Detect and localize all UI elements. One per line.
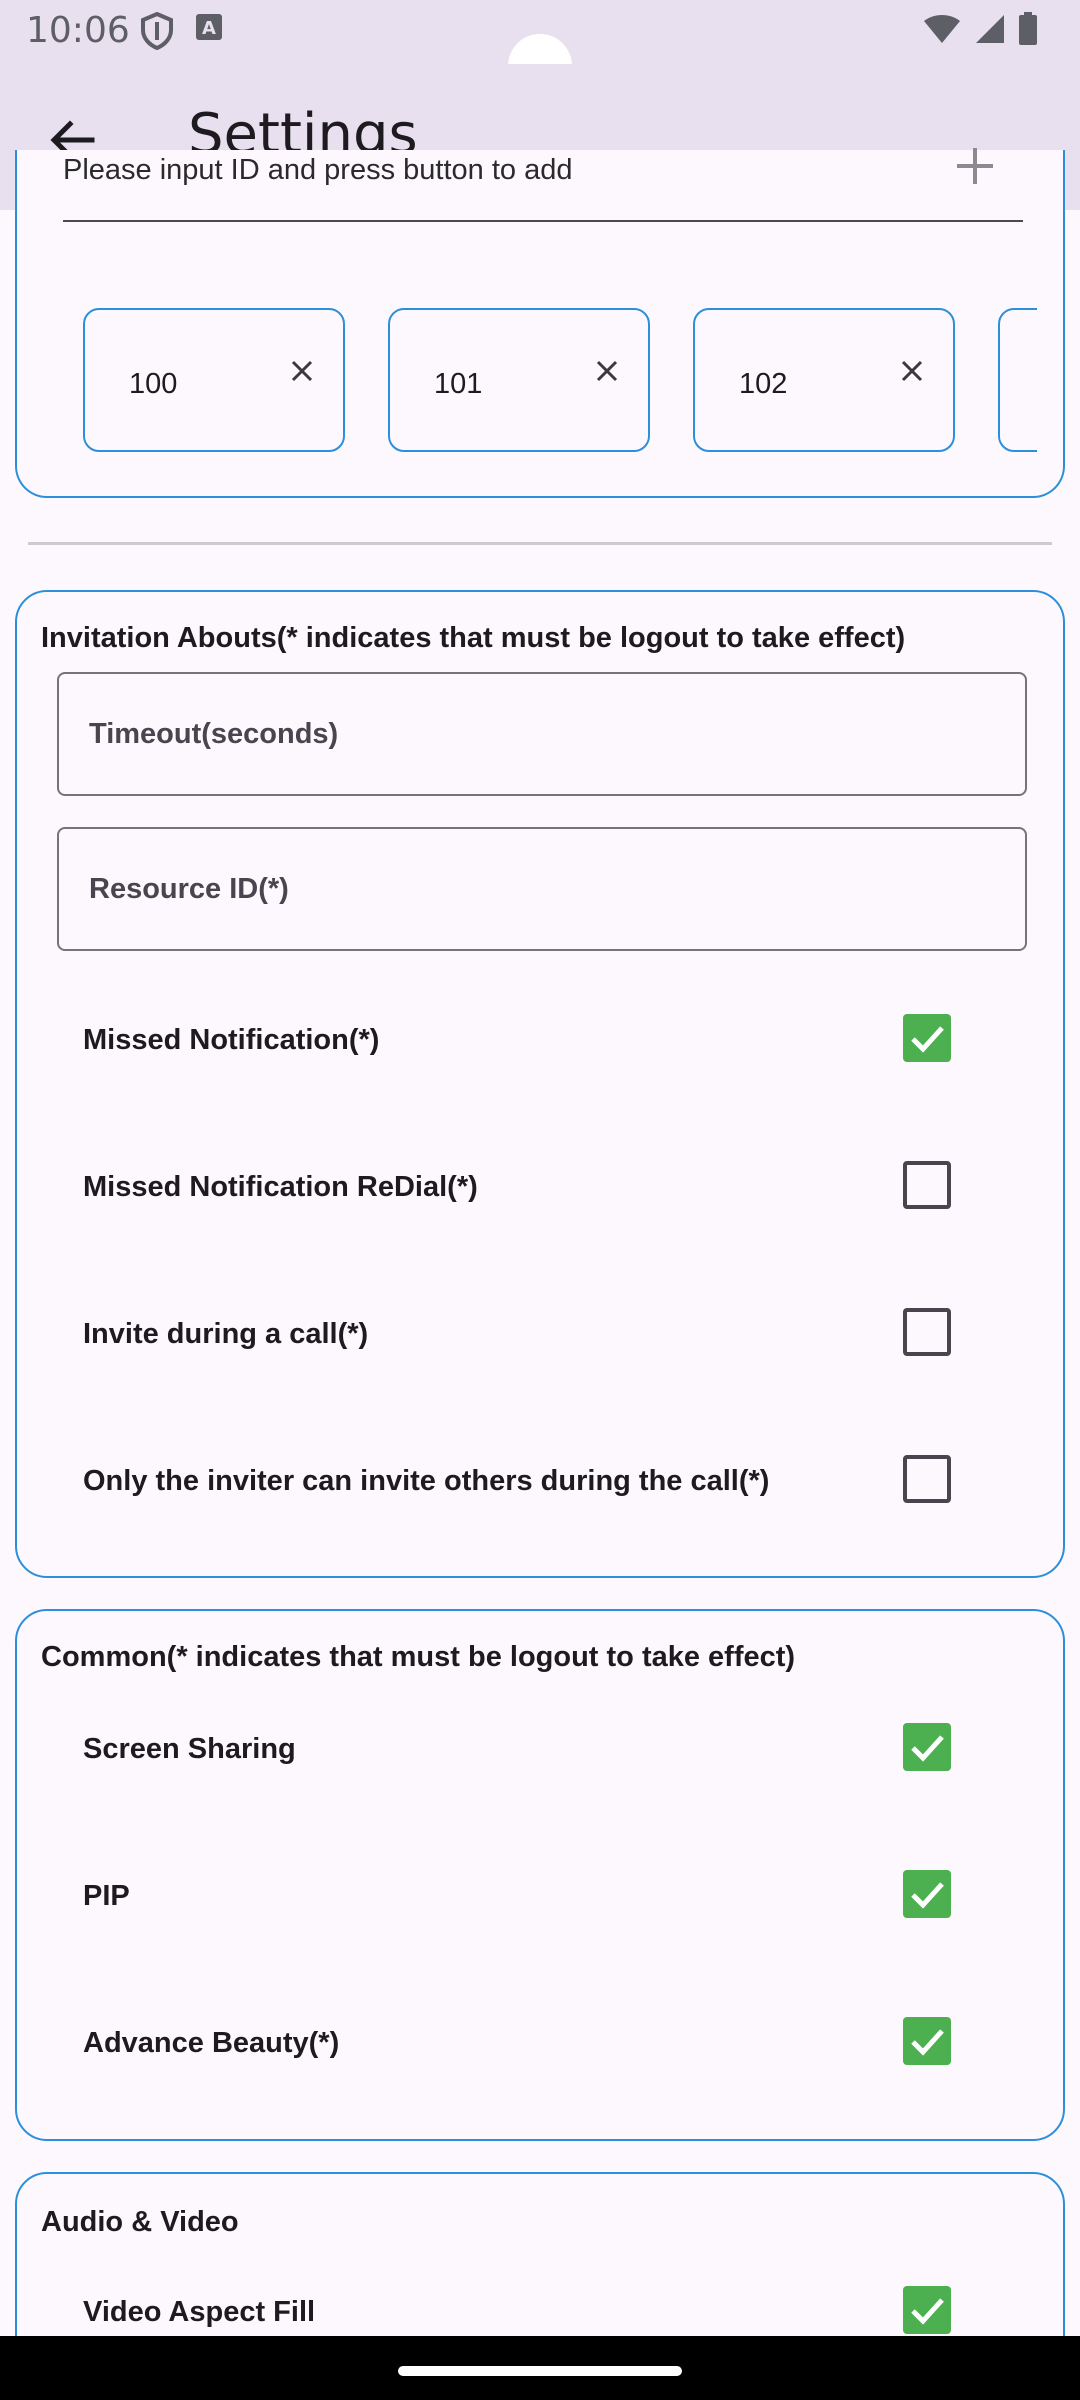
id-input-placeholder: Please input ID and press button to add — [63, 154, 573, 186]
checkmark-icon — [911, 1882, 944, 1909]
timeout-field-label: Timeout(seconds) — [89, 718, 339, 750]
option-label: PIP — [83, 1880, 130, 1912]
checkbox[interactable] — [903, 2286, 951, 2334]
id-chip[interactable]: 100 — [83, 308, 345, 452]
option-label: Screen Sharing — [83, 1733, 296, 1765]
checkbox[interactable] — [903, 1723, 951, 1771]
option-label: Video Aspect Fill — [83, 2296, 316, 2328]
checkbox[interactable] — [903, 1870, 951, 1918]
close-icon[interactable] — [289, 358, 315, 384]
missed-notification-redial-option[interactable]: Missed Notification ReDial(*) — [17, 1139, 1062, 1239]
checkbox[interactable] — [903, 1161, 951, 1209]
home-gesture-handle[interactable] — [398, 2366, 682, 2376]
navigation-bar — [0, 2336, 1080, 2400]
screen-sharing-option[interactable]: Screen Sharing — [17, 1701, 1062, 1801]
missed-notification-option[interactable]: Missed Notification(*) — [17, 992, 1062, 1092]
status-time: 10:06 — [26, 10, 130, 51]
common-card-title: Common(* indicates that must be logout t… — [41, 1641, 796, 1673]
checkmark-icon — [911, 1026, 944, 1053]
battery-icon — [1018, 12, 1038, 51]
option-label: Only the inviter can invite others durin… — [83, 1465, 770, 1497]
checkmark-icon — [911, 2298, 944, 2325]
resource-id-field-label: Resource ID(*) — [89, 873, 289, 905]
svg-text:A: A — [202, 18, 216, 39]
option-label: Missed Notification(*) — [83, 1024, 380, 1056]
id-chip-partial[interactable] — [998, 308, 1037, 452]
shield-icon — [140, 11, 174, 55]
signal-icon — [974, 13, 1006, 50]
common-card: Common(* indicates that must be logout t… — [15, 1609, 1065, 2141]
section-divider — [28, 542, 1052, 545]
close-icon[interactable] — [594, 358, 620, 384]
option-label: Missed Notification ReDial(*) — [83, 1171, 478, 1203]
advance-beauty-option[interactable]: Advance Beauty(*) — [17, 1995, 1062, 2095]
chip-label: 100 — [129, 368, 178, 400]
pip-option[interactable]: PIP — [17, 1848, 1062, 1948]
resource-id-field[interactable]: Resource ID(*) — [57, 827, 1027, 951]
checkbox[interactable] — [903, 1455, 951, 1503]
id-input[interactable]: Please input ID and press button to add — [63, 148, 1023, 222]
invitation-card: Invitation Abouts(* indicates that must … — [15, 590, 1065, 1578]
id-chip-list: 100 101 102 — [83, 308, 1037, 454]
id-chip[interactable]: 102 — [693, 308, 955, 452]
id-list-card: Please input ID and press button to add … — [15, 148, 1065, 498]
audio-video-card-title: Audio & Video — [41, 2206, 239, 2238]
wifi-icon — [922, 13, 962, 50]
close-icon[interactable] — [899, 358, 925, 384]
keyboard-a-icon: A — [194, 12, 224, 55]
checkmark-icon — [911, 2029, 944, 2056]
add-id-button[interactable] — [953, 144, 997, 188]
chip-label: 101 — [434, 368, 483, 400]
option-label: Advance Beauty(*) — [83, 2027, 340, 2059]
chip-label: 102 — [739, 368, 788, 400]
checkmark-icon — [911, 1735, 944, 1762]
plus-icon — [957, 148, 993, 184]
invite-during-call-option[interactable]: Invite during a call(*) — [17, 1286, 1062, 1386]
checkbox[interactable] — [903, 1308, 951, 1356]
checkbox[interactable] — [903, 2017, 951, 2065]
invitation-card-title: Invitation Abouts(* indicates that must … — [41, 622, 906, 654]
checkbox[interactable] — [903, 1014, 951, 1062]
timeout-field[interactable]: Timeout(seconds) — [57, 672, 1027, 796]
id-chip[interactable]: 101 — [388, 308, 650, 452]
only-inviter-can-invite-option[interactable]: Only the inviter can invite others durin… — [17, 1433, 1062, 1533]
option-label: Invite during a call(*) — [83, 1318, 369, 1350]
